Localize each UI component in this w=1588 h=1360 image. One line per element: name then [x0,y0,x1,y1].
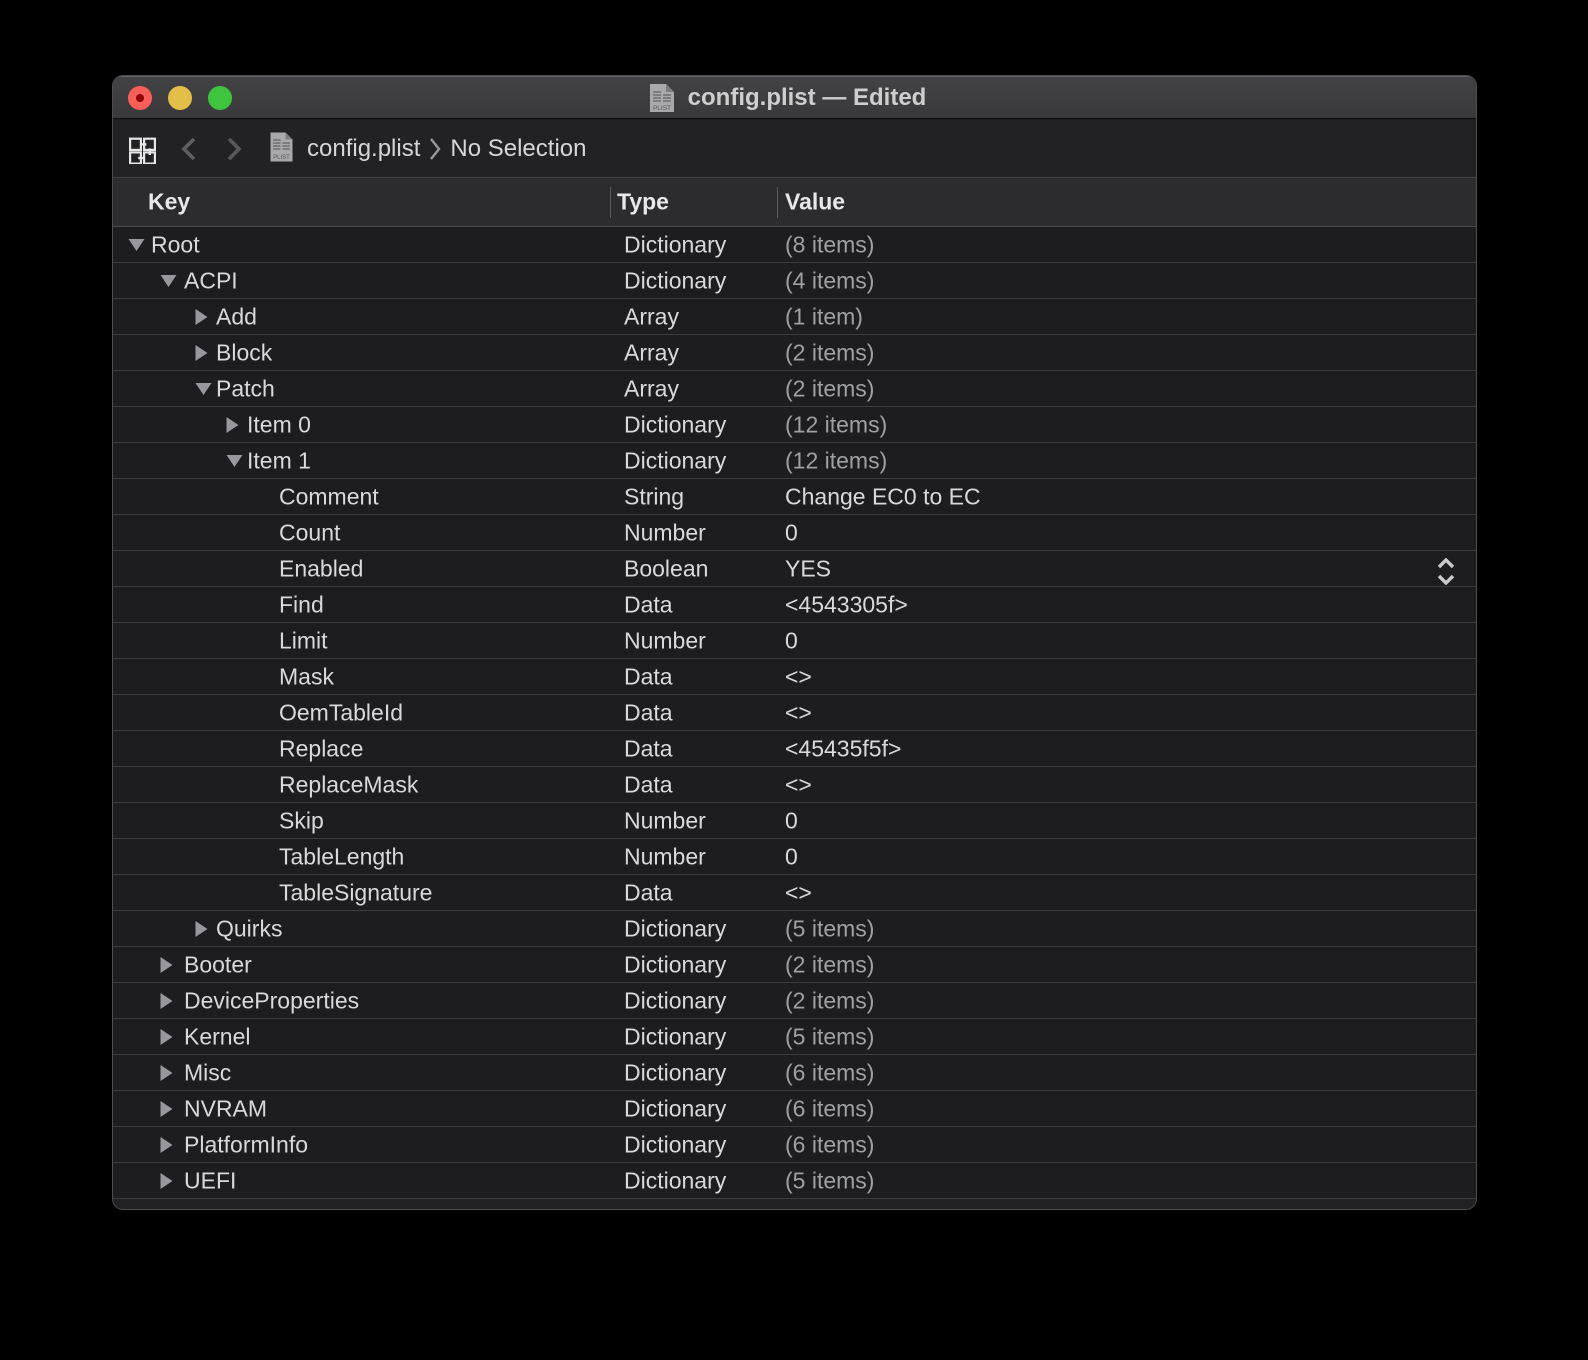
svg-text:PLIST: PLIST [653,105,671,112]
svg-text:PLIST: PLIST [273,155,290,161]
